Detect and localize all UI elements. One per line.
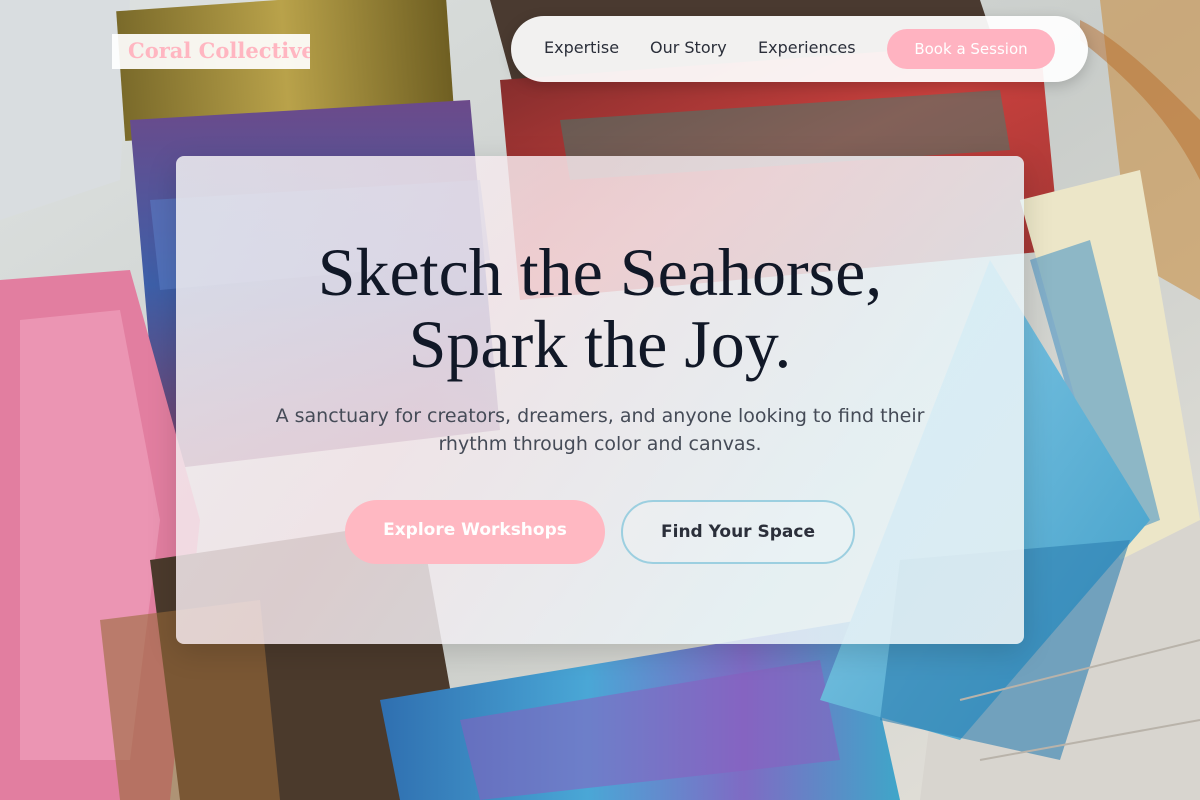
nav-link-experiences[interactable]: Experiences	[758, 37, 856, 59]
hero-card: Sketch the Seahorse, Spark the Joy. A sa…	[176, 156, 1024, 644]
nav-link-our-story[interactable]: Our Story	[650, 37, 727, 59]
main-nav: Expertise Our Story Experiences Book a S…	[511, 16, 1088, 82]
brand-name: Coral Collective	[128, 38, 310, 63]
hero-title: Sketch the Seahorse, Spark the Joy.	[176, 236, 1024, 380]
hero-subtitle: A sanctuary for creators, dreamers, and …	[275, 405, 925, 455]
hero-title-line-2: Spark the Joy.	[408, 306, 792, 382]
nav-link-expertise[interactable]: Expertise	[544, 37, 619, 59]
hero-title-line-1: Sketch the Seahorse,	[317, 234, 883, 310]
book-session-button[interactable]: Book a Session	[887, 29, 1055, 69]
explore-workshops-button[interactable]: Explore Workshops	[345, 500, 605, 564]
brand-logo[interactable]: Coral Collective	[112, 34, 310, 69]
find-your-space-button[interactable]: Find Your Space	[621, 500, 855, 564]
